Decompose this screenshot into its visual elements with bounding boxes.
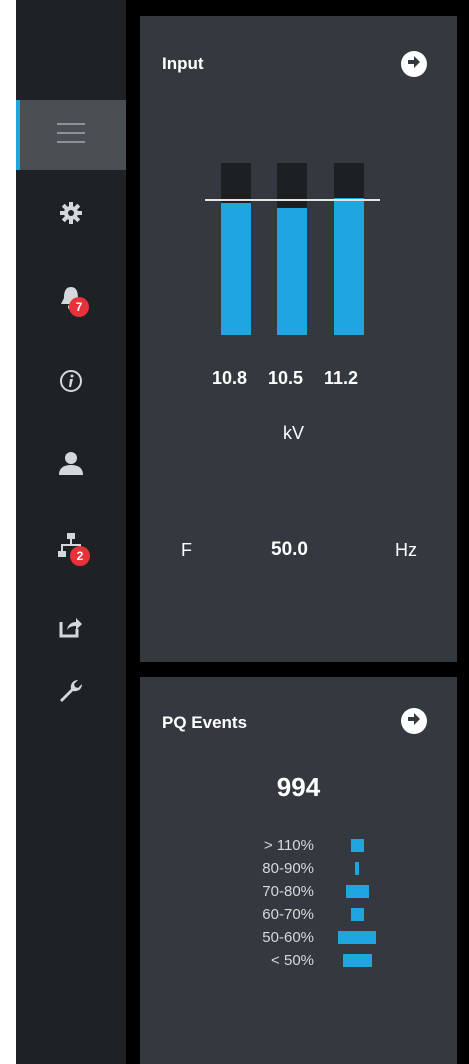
export-icon xyxy=(59,616,83,643)
arrow-right-icon xyxy=(407,712,421,731)
voltage-value-1: 10.8 xyxy=(212,368,248,388)
voltage-unit: kV xyxy=(283,423,305,443)
nominal-voltage-line xyxy=(205,199,380,201)
alarm-count-badge: 7 xyxy=(69,296,89,317)
input-panel: Input 10.8 10.5 11.2 kV F 50.0 Hz xyxy=(140,16,457,662)
wrench-icon xyxy=(58,678,84,709)
network-icon: 2 xyxy=(58,532,90,566)
pq-events-open-button[interactable] xyxy=(401,708,427,734)
input-panel-open-button[interactable] xyxy=(401,51,427,77)
network-count-badge: 2 xyxy=(70,545,90,566)
window-edge xyxy=(0,0,16,1064)
voltage-bar-fill xyxy=(277,208,307,335)
hamburger-icon xyxy=(57,122,85,149)
bell-icon: 7 xyxy=(59,285,89,317)
pq-event-label: > 110% xyxy=(263,837,314,854)
input-panel-title: Input xyxy=(162,54,204,73)
sidebar-item-user[interactable] xyxy=(16,430,126,500)
sidebar-item-export[interactable] xyxy=(16,594,126,664)
arrow-right-icon xyxy=(407,55,421,74)
sidebar-item-network[interactable]: 2 xyxy=(16,512,126,582)
voltage-bar-2 xyxy=(277,163,307,335)
pq-events-total: 994 xyxy=(276,772,321,802)
pq-events-panel: PQ Events 994 > 110% 80-90% 70-80% 60-70… xyxy=(140,677,457,1064)
pq-event-label: 80-90% xyxy=(262,860,314,877)
gear-icon xyxy=(59,201,83,230)
active-indicator xyxy=(16,100,20,170)
pq-events-title: PQ Events xyxy=(162,713,248,732)
pq-event-bar xyxy=(342,954,372,967)
sidebar-item-info[interactable] xyxy=(16,348,126,418)
voltage-bar-fill xyxy=(334,198,364,335)
pq-event-label: < 50% xyxy=(271,952,314,969)
sidebar-item-alarms[interactable]: 7 xyxy=(16,265,126,335)
info-icon xyxy=(59,369,83,398)
voltage-bar-fill xyxy=(221,203,251,335)
sidebar: 7 2 xyxy=(16,0,126,1064)
voltage-bar-1 xyxy=(221,163,251,335)
user-icon xyxy=(58,450,84,481)
pq-event-bar xyxy=(345,885,369,898)
pq-event-bar xyxy=(350,908,364,921)
frequency-unit: Hz xyxy=(395,540,417,560)
voltage-value-3: 11.2 xyxy=(324,368,359,388)
sidebar-item-tools[interactable] xyxy=(16,658,126,728)
frequency-label: F xyxy=(181,540,192,560)
pq-event-label: 60-70% xyxy=(262,906,314,923)
voltage-bar-3 xyxy=(334,163,364,335)
pq-event-bar xyxy=(350,839,364,852)
pq-event-label: 70-80% xyxy=(262,883,314,900)
sidebar-item-menu[interactable] xyxy=(16,100,126,170)
pq-event-bar xyxy=(355,862,359,875)
pq-event-label: 50-60% xyxy=(262,929,314,946)
voltage-value-2: 10.5 xyxy=(268,368,304,388)
pq-event-bar xyxy=(338,931,376,944)
frequency-value: 50.0 xyxy=(271,539,308,560)
sidebar-item-settings[interactable] xyxy=(16,180,126,250)
